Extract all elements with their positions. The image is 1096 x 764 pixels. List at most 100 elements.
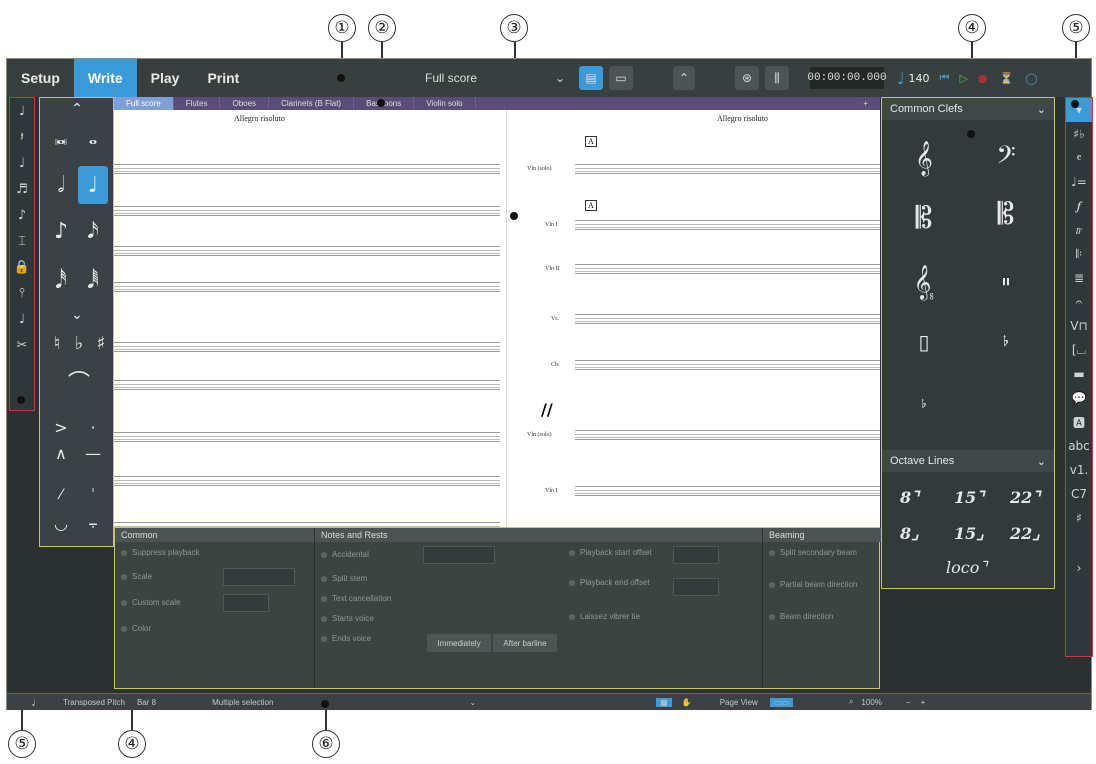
half-note-icon[interactable]: 𝅗𝅥 (46, 170, 76, 200)
rest-icon[interactable]: 𝄽 (10, 124, 34, 150)
tempo-icon[interactable]: ♩= (1066, 170, 1092, 194)
loco-icon[interactable]: loco⌝ (946, 558, 987, 577)
layout-selector[interactable]: Full score ⌄ (417, 65, 573, 91)
sixteenth-note-icon[interactable]: 𝅘𝅥𝅯 (78, 216, 108, 246)
property-custom-scale[interactable]: Custom scale (121, 598, 180, 607)
lock-icon[interactable]: 🔒 (10, 254, 34, 280)
view-selector[interactable]: Page View (720, 698, 758, 707)
staff-icon[interactable]: ▬ (1066, 362, 1092, 386)
bars-icon[interactable]: [⌴ (1066, 338, 1092, 362)
tab-oboes[interactable]: Oboes (220, 97, 270, 110)
slash-icon[interactable]: ♩ (10, 306, 34, 332)
record-icon[interactable]: ● (978, 72, 988, 85)
dynamics-icon[interactable]: 𝆑 (1066, 194, 1092, 218)
mode-write[interactable]: Write (73, 59, 137, 97)
mode-print[interactable]: Print (193, 59, 253, 97)
play-icon[interactable]: ▷ (959, 72, 967, 85)
small-tab-clef-icon[interactable]: 𝄬 (894, 380, 954, 428)
common-clefs-header[interactable]: Common Clefs ⌄ (882, 98, 1054, 120)
score-area[interactable]: Full score Flutes Oboes Clarinets (B Fla… (114, 97, 880, 532)
alto-clef-icon[interactable]: 𝄡 (894, 194, 954, 242)
figured-bass-icon[interactable]: ♯ (1066, 506, 1092, 530)
zoom-level[interactable]: 100% (861, 698, 881, 707)
note-input-icon[interactable]: ♩ (10, 98, 34, 124)
key-signature-icon[interactable]: ♯♭ (1066, 122, 1092, 146)
octave-22mb-icon[interactable]: 22⌟ (1010, 524, 1040, 543)
immediately-button[interactable]: Immediately (427, 634, 491, 652)
custom-scale-field[interactable] (223, 594, 269, 612)
text-icon[interactable]: 🅰 (1066, 410, 1092, 434)
property-color[interactable]: Color (121, 624, 151, 633)
property-beam-direction[interactable]: Beam direction (769, 612, 833, 621)
property-accidental[interactable]: Accidental (321, 550, 369, 559)
bass-clef-icon[interactable]: 𝄢 (976, 134, 1036, 182)
property-ends-voice[interactable]: Ends voice (321, 634, 371, 643)
video-icon[interactable]: ⊛ (735, 66, 759, 90)
grid-icon[interactable]: ▦ (656, 697, 672, 707)
64th-note-icon[interactable]: 𝅘𝅥𝅱 (78, 266, 108, 296)
scale-field[interactable] (223, 568, 295, 586)
property-starts-voice[interactable]: Starts voice (321, 614, 374, 623)
slur-icon[interactable]: ⌒ (62, 366, 96, 396)
octave-lines-header[interactable]: Octave Lines ⌄ (882, 450, 1054, 472)
fermata-icon[interactable]: ◡ (46, 508, 76, 538)
repeat-icon[interactable]: 𝄆 (1066, 242, 1092, 266)
time-signature-icon[interactable]: 𝄴 (1066, 146, 1092, 170)
32nd-note-icon[interactable]: 𝅘𝅥𝅰 (46, 266, 76, 296)
after-barline-button[interactable]: After barline (493, 634, 557, 652)
insert-icon[interactable]: ⫯ (10, 280, 34, 306)
quarter-note-icon[interactable]: ♩ (78, 166, 108, 204)
playback-start-field[interactable] (673, 546, 719, 564)
grace-note-icon[interactable]: ♪ (10, 202, 34, 228)
octave-22ma-icon[interactable]: 22⌝ (1010, 488, 1040, 507)
holds-icon[interactable]: 𝄐 (1066, 290, 1092, 314)
property-split-secondary-beam[interactable]: Split secondary beam (769, 548, 859, 557)
tuplet-icon[interactable]: ♬ (10, 176, 34, 202)
page-view-icon[interactable]: ▭ (609, 66, 633, 90)
double-whole-note-icon[interactable]: 𝅜 (46, 122, 76, 152)
tab-clef-icon[interactable]: 𝄬 (976, 318, 1036, 366)
property-text-cancellation[interactable]: Text cancellation (321, 594, 391, 603)
page-arrangement-icon[interactable]: ▭▭ (769, 697, 793, 707)
chord-symbols-icon[interactable]: C7 (1066, 482, 1092, 506)
scissors-icon[interactable]: ✂ (10, 332, 34, 358)
galley-view-icon[interactable]: ▤ (579, 66, 603, 90)
tab-full-score[interactable]: Full score (114, 97, 174, 110)
lyrics-icon[interactable]: abc (1066, 434, 1092, 458)
octave-15ma-icon[interactable]: 15⌝ (954, 488, 984, 507)
chevron-up-icon[interactable]: ⌃ (62, 100, 92, 118)
octave-8vb-icon[interactable]: 8⌟ (900, 524, 919, 543)
chevron-down-icon[interactable]: ⌄ (62, 306, 92, 324)
clef-panel-icon[interactable]: ▾ (1066, 98, 1092, 122)
version-icon[interactable]: v1. (1066, 458, 1092, 482)
metronome-icon[interactable]: ⏳ (1000, 72, 1014, 85)
chord-icon[interactable]: ♩ (10, 150, 34, 176)
octave-8va-icon[interactable]: 8⌝ (900, 488, 919, 507)
rewind-icon[interactable]: ⏮ (940, 71, 950, 85)
tab-clarinets[interactable]: Clarinets (B Flat) (269, 97, 355, 110)
tenuto-icon[interactable]: — (78, 438, 108, 468)
tab-violin-solo[interactable]: Violin solo (414, 97, 476, 110)
playing-techniques-icon[interactable]: V⊓ (1066, 314, 1092, 338)
eighth-note-icon[interactable]: ♪ (46, 216, 76, 246)
tremolo-icon[interactable]: ≣ (1066, 266, 1092, 290)
tenor-clef-icon[interactable]: 𝄡 (976, 190, 1036, 238)
property-split-stem[interactable]: Split stem (321, 574, 367, 583)
zoom-out-icon[interactable]: − (906, 698, 911, 707)
collapse-icon[interactable]: ⌃ (673, 66, 695, 90)
property-playback-start-offset[interactable]: Playback start offset (569, 548, 665, 557)
accidental-field[interactable] (423, 546, 495, 564)
playback-end-field[interactable] (673, 578, 719, 596)
property-suppress-playback[interactable]: Suppress playback (121, 548, 200, 557)
hand-icon[interactable]: ✋ (682, 698, 692, 707)
wedge-icon[interactable]: ˈ (78, 480, 108, 510)
mode-setup[interactable]: Setup (7, 59, 74, 97)
property-laissez-vibrer-tie[interactable]: Laissez vibrer tie (569, 612, 640, 621)
percussion-clef-icon[interactable]: 𝄥 (976, 258, 1036, 306)
treble-clef-icon[interactable]: 𝄞 (894, 134, 954, 182)
mode-play[interactable]: Play (137, 59, 194, 97)
add-tab-button[interactable]: + (851, 97, 880, 110)
tab-flutes[interactable]: Flutes (174, 97, 221, 110)
comment-icon[interactable]: 💬 (1066, 386, 1092, 410)
whole-note-icon[interactable]: 𝅝 (78, 122, 108, 152)
